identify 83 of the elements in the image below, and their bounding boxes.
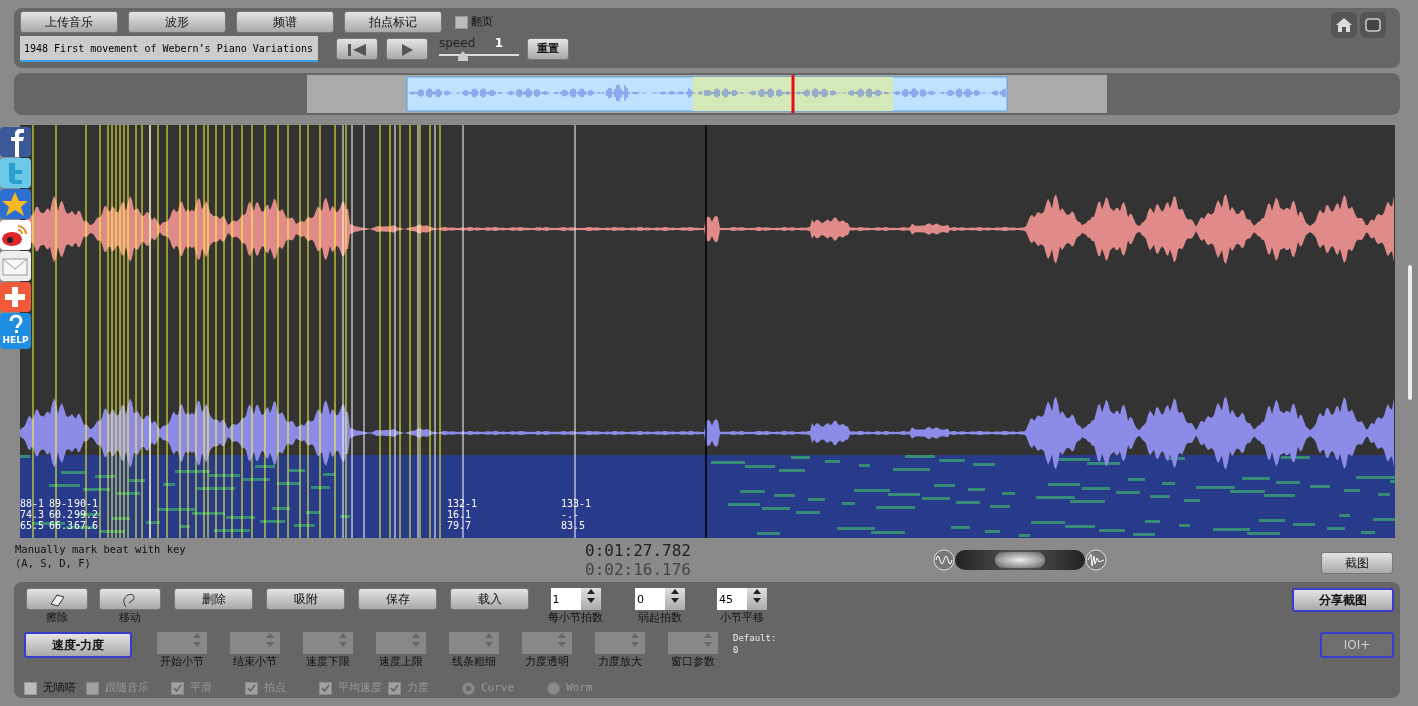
- spinner-label: 力度放大: [598, 654, 642, 670]
- home-icon: [1335, 17, 1353, 33]
- tool-label: 移动: [119, 610, 141, 626]
- spin-arrows-icon: [558, 632, 566, 648]
- star-icon[interactable]: [0, 189, 31, 219]
- skip-back-icon: [347, 42, 367, 57]
- track-title-field[interactable]: 1948 First movement of Webern’s Piano Variations: [20, 36, 318, 62]
- beat-label: 89-1: [49, 498, 74, 509]
- spin-arrows-icon: [339, 632, 347, 648]
- tool-button[interactable]: 载入: [450, 588, 529, 610]
- beat-label: 60.2: [49, 509, 74, 520]
- spin-arrows-icon: [631, 632, 639, 648]
- beat-label: 74.3: [20, 509, 45, 520]
- play-icon: [400, 42, 414, 57]
- spinner-label: 力度透明: [525, 654, 569, 670]
- beat-label: 132-1: [447, 498, 478, 509]
- eraser-button[interactable]: [26, 588, 88, 610]
- toolbar-button[interactable]: 拍点标记: [344, 11, 442, 33]
- checkbox[interactable]: [455, 15, 468, 29]
- total-time: 0:02:16.176: [585, 560, 691, 579]
- sine-wave-icon: [933, 549, 955, 571]
- hint-text: Manually mark beat with key (A, S, D, F): [15, 542, 186, 570]
- beat-label: 133-1: [561, 498, 592, 509]
- beat-label: 65.5: [20, 520, 45, 531]
- fullscreen-icon: [1364, 17, 1382, 33]
- beat-label: 16.1: [447, 509, 473, 520]
- tool-button[interactable]: 删除: [174, 588, 253, 610]
- toolbar-button[interactable]: 上传音乐: [20, 11, 118, 33]
- tool-button[interactable]: 吸附: [266, 588, 345, 610]
- fullscreen-button[interactable]: [1360, 12, 1386, 38]
- spinner-label: 结束小节: [233, 654, 277, 670]
- spinner-label: 小节平移: [720, 610, 764, 626]
- spin-arrows-icon: [753, 588, 761, 604]
- plus-icon[interactable]: [0, 282, 31, 312]
- scrollbar-thumb[interactable]: [1408, 265, 1412, 400]
- spinner-label: 每小节拍数: [548, 610, 603, 626]
- spinner-label: 弱起拍数: [638, 610, 682, 626]
- beat-label: 90-1: [74, 498, 99, 509]
- eraser-icon: [47, 591, 67, 608]
- spin-arrows-icon: [671, 588, 679, 604]
- spinner-label: 开始小节: [160, 654, 204, 670]
- spin-arrows-icon: [704, 632, 712, 648]
- beat-label: -.-: [561, 509, 581, 520]
- tool-button[interactable]: 保存: [358, 588, 437, 610]
- spin-arrows-icon: [412, 632, 420, 648]
- beat-label: 83.5: [561, 520, 587, 531]
- toolbar-button[interactable]: 频谱: [236, 11, 334, 33]
- option-label: 无嘀嗒: [43, 680, 76, 696]
- spinner-label: 速度上限: [379, 654, 423, 670]
- home-button[interactable]: [1331, 12, 1357, 38]
- f-letter-icon[interactable]: [0, 127, 31, 157]
- waveform-icon: [1085, 549, 1107, 571]
- checkbox[interactable]: [24, 681, 37, 695]
- spin-arrows-icon: [485, 632, 493, 648]
- default-note: Default: 0: [733, 632, 777, 656]
- reset-button[interactable]: 重置: [527, 38, 569, 60]
- skip-back-button[interactable]: [336, 38, 378, 60]
- screenshot-button[interactable]: 截图: [1321, 552, 1393, 574]
- spinner-label: 线条粗细: [452, 654, 496, 670]
- beat-label: 67.6: [74, 520, 99, 531]
- spin-arrows-icon: [193, 632, 201, 648]
- beat-label: 88-1: [20, 498, 45, 509]
- zoom-slider[interactable]: [955, 550, 1085, 570]
- spin-arrows-icon: [586, 588, 595, 604]
- spinner-label: 速度下限: [306, 654, 350, 670]
- help-button[interactable]: HELP: [0, 313, 31, 349]
- speed-label: speed: [439, 37, 476, 49]
- move-button[interactable]: [99, 588, 161, 610]
- eye-swirl-icon[interactable]: [0, 220, 31, 250]
- beat-label: 66.3: [49, 520, 74, 531]
- play-button[interactable]: [386, 38, 428, 60]
- beat-label: 79.7: [447, 520, 473, 531]
- checkbox-label: 翻页: [471, 13, 493, 30]
- beat-label: 99.2: [74, 509, 99, 520]
- toolbar-button[interactable]: 波形: [128, 11, 226, 33]
- mode-button[interactable]: 速度-力度: [24, 632, 132, 658]
- speed-slider[interactable]: [439, 51, 519, 61]
- speed-value: 1: [494, 37, 503, 49]
- share-screenshot-button[interactable]: 分享截图: [1292, 588, 1394, 612]
- current-time: 0:01:27.782: [585, 541, 691, 560]
- spin-arrows-icon: [266, 632, 274, 648]
- tool-label: 擦除: [46, 610, 68, 626]
- spinner-label: 窗口参数: [671, 654, 715, 670]
